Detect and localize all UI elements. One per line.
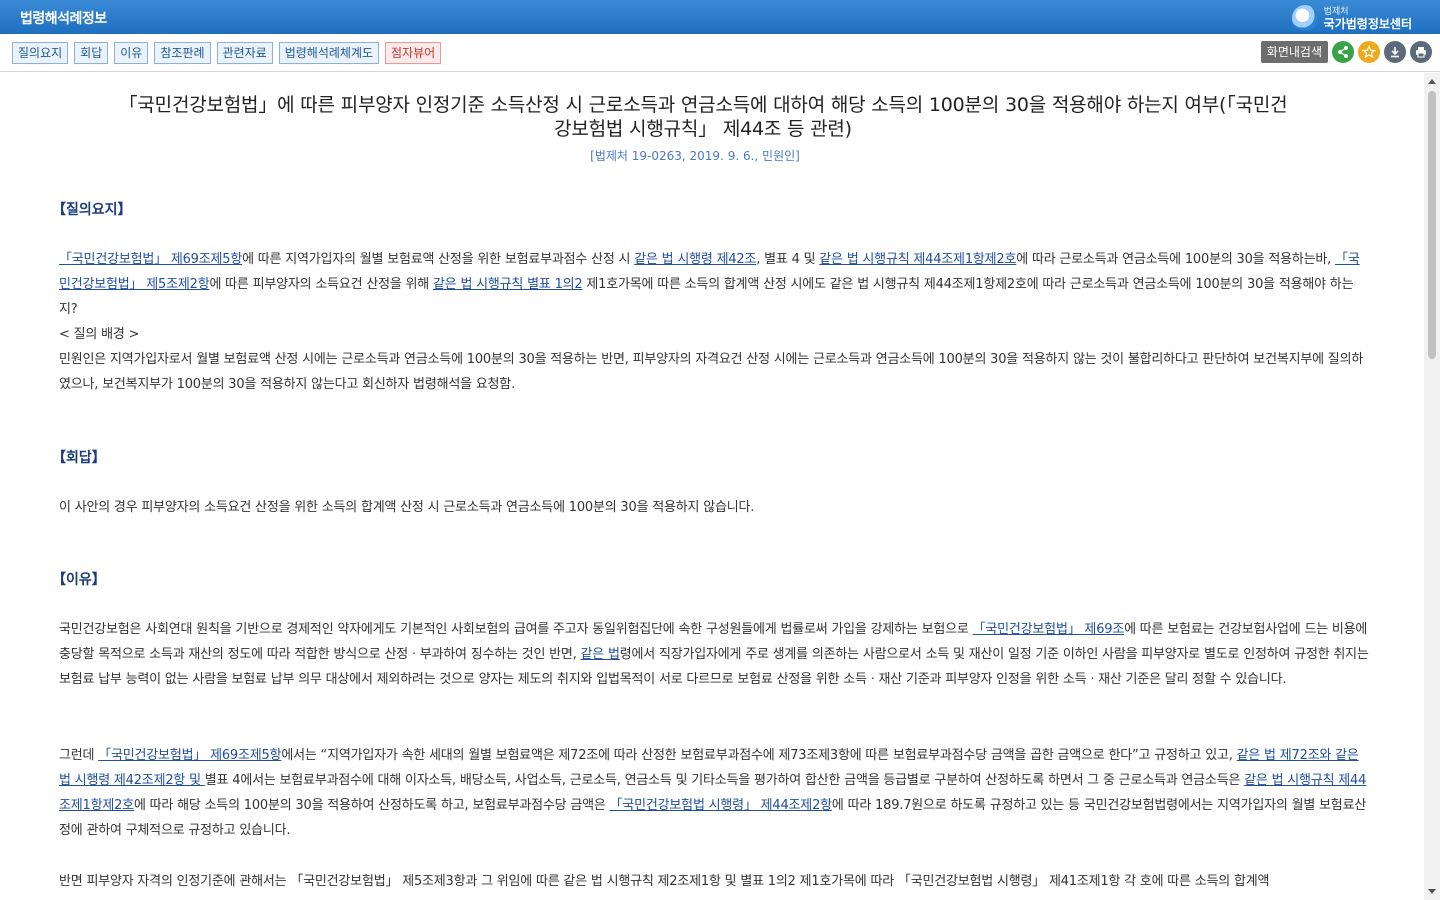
reason-heading: 【이유】 xyxy=(52,572,106,588)
title-line-2: 강보험법 시행규칙」 제44조 등 관련) xyxy=(554,118,852,140)
in-page-search-button[interactable]: 화면내검색 xyxy=(1260,41,1328,63)
text-span: 에 따른 지역가입자의 월별 보험료액 산정을 위한 보험료부과점수 산정 시 xyxy=(242,252,635,267)
tab-reason[interactable]: 이유 xyxy=(114,42,149,64)
query-background-label: < 질의 배경 > xyxy=(59,327,140,342)
law-link[interactable]: 「국민건강보험법」 제69조제5항 xyxy=(98,748,281,763)
scroll-down-icon[interactable] xyxy=(1428,889,1436,894)
download-icon[interactable] xyxy=(1384,41,1406,63)
law-link[interactable]: 같은 법 시행령 제42조 xyxy=(634,252,756,267)
reason-paragraph-3: 반면 피부양자 자격의 인정기준에 관해서는 「국민건강보험법」 제5조제3항과… xyxy=(59,874,1270,889)
star-icon[interactable] xyxy=(1358,41,1380,63)
law-link[interactable]: 「국민건강보험법」 제69조 xyxy=(973,622,1125,637)
text-span: 에서는 “지역가입자가 속한 세대의 월별 보험료액은 제72조에 따라 산정한… xyxy=(281,748,1237,763)
law-link[interactable]: 「국민건강보험법」 제69조제5항 xyxy=(59,252,242,267)
text-span: 그런데 xyxy=(59,748,99,763)
vertical-scrollbar[interactable] xyxy=(1424,73,1440,900)
tab-reference-cases[interactable]: 참조판례 xyxy=(154,42,211,64)
text-span: 국민건강보험은 사회연대 원칙을 기반으로 경제적인 약자에게도 기본적인 사회… xyxy=(59,622,973,637)
document-meta: [법제처 19-0263, 2019. 9. 6., 민원인] xyxy=(590,149,800,163)
law-link[interactable]: 「국민건강보험법 시행령」 제44조제2항 xyxy=(610,798,833,813)
tab-interpretation-diagram[interactable]: 법령해석례체계도 xyxy=(278,42,380,64)
moleg-logo[interactable]: 법제처 국가법령정보센터 xyxy=(1291,4,1412,32)
text-span: 에 따른 피부양자의 소득요건 산정을 위해 xyxy=(209,277,433,292)
toolbar-actions: 화면내검색 xyxy=(1260,41,1432,63)
answer-heading: 【회답】 xyxy=(52,450,106,466)
law-link[interactable]: 같은 법 시행규칙 제44조제1항제2호 xyxy=(819,252,1016,267)
document-content: 「국민건강보험법」에 따른 피부양자 인정기준 소득산정 시 근로소득과 연금소… xyxy=(0,73,1424,900)
answer-text: 이 사안의 경우 피부양자의 소득요건 산정을 위한 소득의 합계액 산정 시 … xyxy=(59,500,755,515)
reason-paragraph-2: 그런데 「국민건강보험법」 제69조제5항에서는 “지역가입자가 속한 세대의 … xyxy=(59,743,1369,843)
logo-mark-icon xyxy=(1291,5,1318,31)
text-span: 별표 4에서는 보험료부과점수에 대해 이자소득, 배당소득, 사업소득, 근로… xyxy=(204,773,1245,788)
text-span: 에 따라 근로소득과 연금소득에 100분의 30을 적용하는바, xyxy=(1016,252,1336,267)
tab-query-summary[interactable]: 질의요지 xyxy=(12,42,69,64)
document-title: 「국민건강보험법」에 따른 피부양자 인정기준 소득산정 시 근로소득과 연금소… xyxy=(28,93,1378,141)
tab-answer[interactable]: 회답 xyxy=(74,42,109,64)
toolbar: 질의요지 회답 이유 참조판례 관련자료 법령해석례체계도 점자뷰어 화면내검색 xyxy=(0,34,1440,72)
query-summary-text: 「국민건강보험법」 제69조제5항에 따른 지역가입자의 월별 보험료액 산정을… xyxy=(59,247,1369,397)
share-icon[interactable] xyxy=(1332,41,1354,63)
tab-braille-viewer[interactable]: 점자뷰어 xyxy=(385,42,442,64)
scroll-up-icon[interactable] xyxy=(1428,79,1436,84)
scrollbar-thumb[interactable] xyxy=(1428,91,1436,359)
text-span: , 별표 4 및 xyxy=(756,252,820,267)
print-icon[interactable] xyxy=(1410,41,1432,63)
logo-center-name: 국가법령정보센터 xyxy=(1323,17,1412,31)
law-link[interactable]: 같은 법 xyxy=(581,647,620,662)
reason-paragraph-1: 국민건강보험은 사회연대 원칙을 기반으로 경제적인 약자에게도 기본적인 사회… xyxy=(59,617,1369,692)
query-summary-heading: 【질의요지】 xyxy=(52,202,132,218)
tab-related-materials[interactable]: 관련자료 xyxy=(216,42,273,64)
text-span: 에 따라 해당 소득의 100분의 30을 적용하여 산정하도록 하고, 보험료… xyxy=(133,798,610,813)
title-line-1: 「국민건강보험법」에 따른 피부양자 인정기준 소득산정 시 근로소득과 연금소… xyxy=(118,94,1288,116)
title-bar: 법령해석례정보 법제처 국가법령정보센터 xyxy=(0,0,1440,34)
section-nav: 질의요지 회답 이유 참조판례 관련자료 법령해석례체계도 점자뷰어 xyxy=(12,42,442,64)
law-link[interactable]: 같은 법 시행규칙 별표 1의2 xyxy=(433,277,583,292)
query-background-text: 민원인은 지역가입자로서 월별 보험료액 산정 시에는 근로소득과 연금소득에 … xyxy=(59,352,1364,392)
app-title: 법령해석례정보 xyxy=(20,11,107,27)
